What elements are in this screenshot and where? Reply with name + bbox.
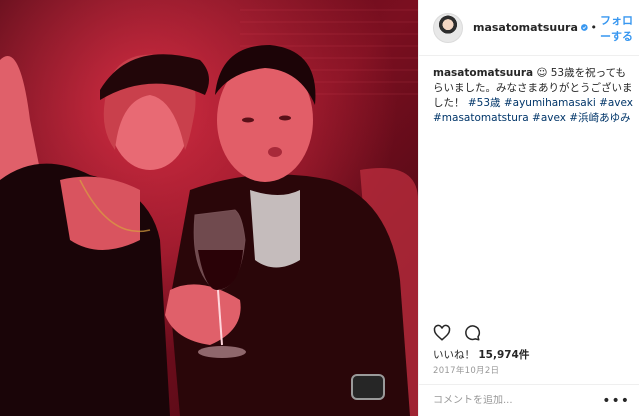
header-separator: • <box>590 21 598 34</box>
post-header: masatomatsuura • フォローする <box>419 0 639 56</box>
post-date[interactable]: 2017年10月2日 <box>433 364 499 376</box>
header-username[interactable]: masatomatsuura <box>473 21 578 34</box>
post-actions <box>433 322 481 344</box>
more-options-button[interactable]: ••• <box>602 394 630 408</box>
likes-label: いいね！ <box>433 349 475 361</box>
verified-badge-icon <box>580 24 588 31</box>
photo-image <box>0 0 418 416</box>
comment-input[interactable] <box>433 395 603 406</box>
caption-username[interactable]: masatomatsuura <box>433 67 533 79</box>
likes-line[interactable]: いいね！ 15,974件 <box>433 347 529 362</box>
post-side-panel: masatomatsuura • フォローする masatomatsuura ☺… <box>418 0 639 416</box>
avatar[interactable] <box>433 12 463 43</box>
caption-emoji: ☺ <box>536 67 548 79</box>
heart-icon[interactable] <box>433 324 451 342</box>
comment-icon[interactable] <box>463 324 481 342</box>
follow-button[interactable]: フォローする <box>600 12 639 44</box>
likes-count[interactable]: 15,974件 <box>478 349 529 361</box>
comment-bar: ••• <box>419 384 639 416</box>
post-caption: masatomatsuura ☺ 53歳を祝ってもらいました。みなさまありがとう… <box>433 66 633 126</box>
post-photo[interactable] <box>0 0 418 416</box>
